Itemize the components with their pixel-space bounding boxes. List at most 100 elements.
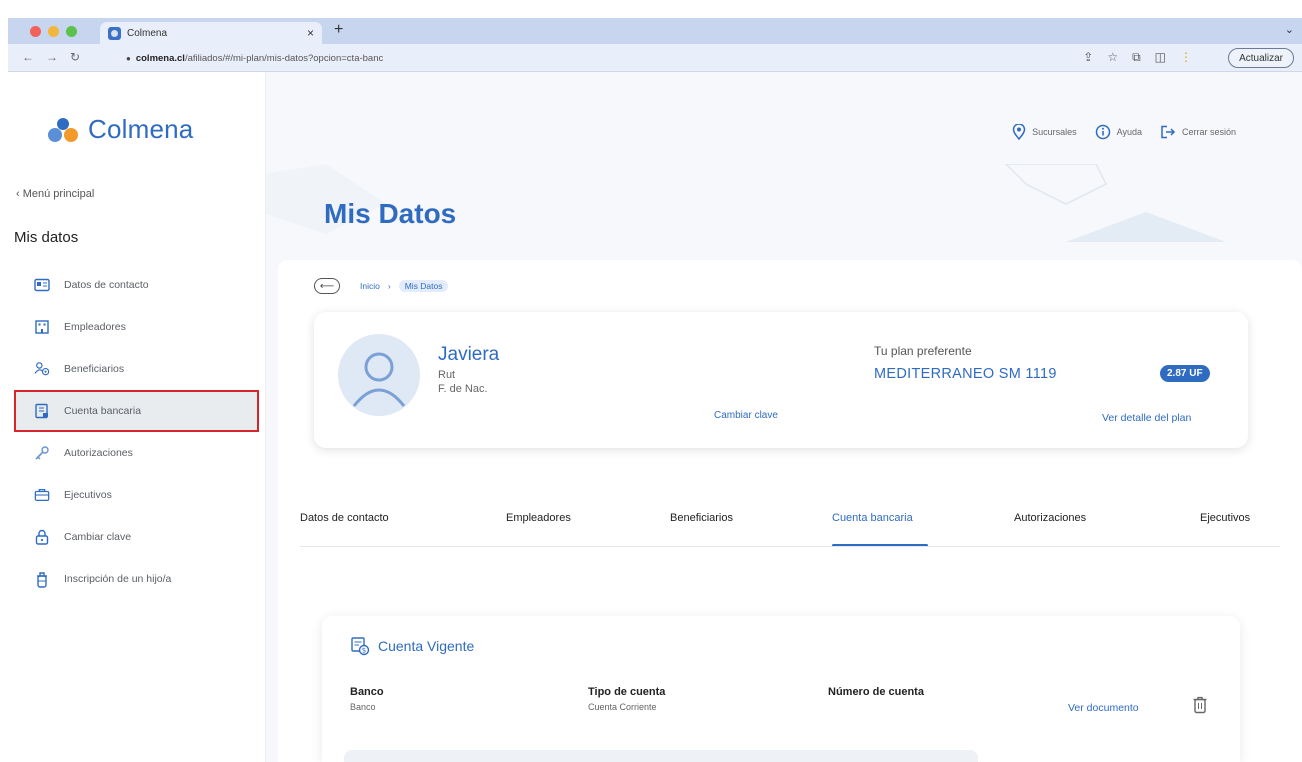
trash-icon — [1193, 696, 1207, 714]
colmena-logo-icon — [48, 117, 82, 142]
rut-label: Rut — [438, 369, 456, 381]
update-button[interactable]: Actualizar — [1228, 48, 1294, 68]
contact-card-icon — [34, 277, 50, 293]
plan-detail-link[interactable]: Ver detalle del plan — [1102, 412, 1191, 424]
sidebar-item-cuenta-bancaria[interactable]: Cuenta bancaria — [14, 390, 259, 432]
tab-title: Colmena — [127, 27, 168, 39]
colmena-favicon-icon — [108, 26, 121, 40]
url-path: /afiliados/#/mi-plan/mis-datos?opcion=ct… — [184, 52, 384, 64]
sidebar-item-datos-de-contacto[interactable]: Datos de contacto — [14, 264, 259, 306]
plan-name: MEDITERRANEO SM 1119 — [874, 366, 1057, 382]
sidebar-item-empleadores[interactable]: Empleadores — [14, 306, 259, 348]
extensions-icon[interactable]: ⧉ — [1132, 50, 1141, 65]
user-avatar-icon — [352, 352, 406, 407]
share-icon[interactable]: ⇪ — [1083, 50, 1093, 65]
lock-icon — [34, 529, 50, 545]
logout-icon — [1161, 125, 1176, 139]
header-links: Sucursales Ayuda Cerrar sesión — [1012, 124, 1236, 140]
sidebar-item-label: Datos de contacto — [64, 279, 149, 291]
browser-tools: ⇪ ☆ ⧉ ◫ ⋮ — [1083, 50, 1192, 65]
key-icon — [34, 445, 50, 461]
address-bar: ← → ↻ ● colmena.cl /afiliados/#/mi-plan/… — [8, 44, 1302, 72]
tab-beneficiarios[interactable]: Beneficiarios — [670, 512, 733, 524]
location-pin-icon — [1012, 124, 1026, 140]
account-type-column: Tipo de cuenta Cuenta Corriente — [588, 686, 665, 712]
info-circle-icon — [1095, 124, 1110, 140]
minimize-window-button[interactable] — [48, 26, 59, 37]
back-to-main-menu-link[interactable]: ‹ Menú principal — [16, 188, 94, 200]
bank-value: Banco — [350, 702, 376, 712]
tab-datos-de-contacto[interactable]: Datos de contacto — [300, 512, 389, 524]
url-field[interactable]: ● colmena.cl /afiliados/#/mi-plan/mis-da… — [114, 48, 1058, 68]
sidebar-item-beneficiarios[interactable]: Beneficiarios — [14, 348, 259, 390]
tabs-divider — [300, 546, 1280, 547]
branches-link[interactable]: Sucursales — [1012, 124, 1077, 140]
breadcrumb: ⟵ Inicio › Mis Datos — [314, 278, 449, 294]
sidebar-toggle-icon[interactable]: ◫ — [1155, 50, 1166, 65]
avatar — [338, 334, 420, 416]
content-panel: ⟵ Inicio › Mis Datos Javiera Rut F. de N… — [278, 260, 1302, 762]
change-password-link[interactable]: Cambiar clave — [714, 410, 778, 421]
breadcrumb-current: Mis Datos — [398, 280, 449, 292]
new-tab-button[interactable]: + — [334, 21, 343, 39]
sidebar-menu: Datos de contacto Empleadores Beneficiar… — [14, 264, 259, 600]
sidebar-item-inscripcion-hijo[interactable]: Inscripción de un hijo/a — [14, 558, 259, 600]
sidebar-item-label: Autorizaciones — [64, 447, 133, 459]
building-icon — [34, 319, 50, 335]
logout-link[interactable]: Cerrar sesión — [1160, 125, 1236, 139]
account-type-value: Cuenta Corriente — [588, 702, 657, 712]
reload-icon[interactable]: ↻ — [70, 50, 80, 64]
tab-list-chevron-icon[interactable]: ⌄ — [1285, 23, 1294, 36]
tab-cuenta-bancaria[interactable]: Cuenta bancaria — [832, 512, 913, 524]
bank-header: Banco — [350, 686, 384, 698]
sidebar-item-label: Cambiar clave — [64, 531, 132, 543]
sidebar: Colmena ‹ Menú principal Mis datos Datos… — [8, 72, 266, 762]
view-document-link[interactable]: Ver documento — [1068, 702, 1139, 714]
back-arrow-button[interactable]: ⟵ — [314, 278, 340, 294]
close-window-button[interactable] — [30, 26, 41, 37]
colmena-logo[interactable]: Colmena — [48, 114, 193, 145]
sidebar-item-cambiar-clave[interactable]: Cambiar clave — [14, 516, 259, 558]
account-number-header: Número de cuenta — [828, 686, 924, 698]
browser-tab[interactable]: Colmena × — [100, 22, 322, 44]
page-title: Mis Datos — [324, 198, 457, 229]
bank-document-icon: $ — [351, 637, 370, 656]
back-arrow-icon[interactable]: ← — [22, 50, 34, 64]
logo-text: Colmena — [88, 114, 194, 144]
account-card-title: $ Cuenta Vigente — [350, 636, 474, 656]
forward-arrow-icon[interactable]: → — [46, 50, 58, 64]
main-content: Sucursales Ayuda Cerrar sesión Mis Datos… — [266, 72, 1302, 762]
baby-bottle-icon — [34, 571, 50, 588]
breadcrumb-separator: › — [387, 281, 391, 291]
bookmark-star-icon[interactable]: ☆ — [1107, 50, 1118, 65]
plan-price-badge: 2.87 UF — [1160, 365, 1210, 382]
tab-close-icon[interactable]: × — [307, 26, 314, 40]
secure-lock-icon: ● — [126, 53, 131, 63]
tab-ejecutivos[interactable]: Ejecutivos — [1200, 512, 1250, 524]
account-number-column: Número de cuenta — [828, 686, 924, 702]
help-label: Ayuda — [1116, 127, 1142, 137]
account-title-text: Cuenta Vigente — [378, 638, 475, 654]
tab-empleadores[interactable]: Empleadores — [506, 512, 571, 524]
url-domain: colmena.cl — [135, 52, 185, 64]
beneficiaries-icon — [34, 361, 50, 377]
sidebar-item-ejecutivos[interactable]: Ejecutivos — [14, 474, 259, 516]
profile-name: Javiera — [438, 344, 500, 365]
sidebar-item-label: Beneficiarios — [64, 363, 125, 375]
birth-date-label: F. de Nac. — [438, 383, 488, 395]
maximize-window-button[interactable] — [66, 26, 77, 37]
section-tabs: Datos de contacto Empleadores Beneficiar… — [278, 500, 1302, 547]
briefcase-icon — [34, 487, 50, 503]
window-controls — [30, 26, 77, 37]
help-link[interactable]: Ayuda — [1095, 124, 1142, 140]
plan-label: Tu plan preferente — [874, 344, 972, 358]
sidebar-item-autorizaciones[interactable]: Autorizaciones — [14, 432, 259, 474]
sidebar-item-label: Cuenta bancaria — [64, 405, 142, 417]
tab-autorizaciones[interactable]: Autorizaciones — [1014, 512, 1086, 524]
sidebar-item-label: Inscripción de un hijo/a — [64, 573, 172, 585]
current-account-card: $ Cuenta Vigente Banco Banco Tipo de cue… — [322, 616, 1240, 762]
profile-icon[interactable]: ⋮ — [1180, 50, 1192, 65]
next-card-edge — [344, 750, 978, 762]
breadcrumb-home[interactable]: Inicio — [360, 281, 380, 291]
delete-account-button[interactable] — [1192, 696, 1208, 719]
